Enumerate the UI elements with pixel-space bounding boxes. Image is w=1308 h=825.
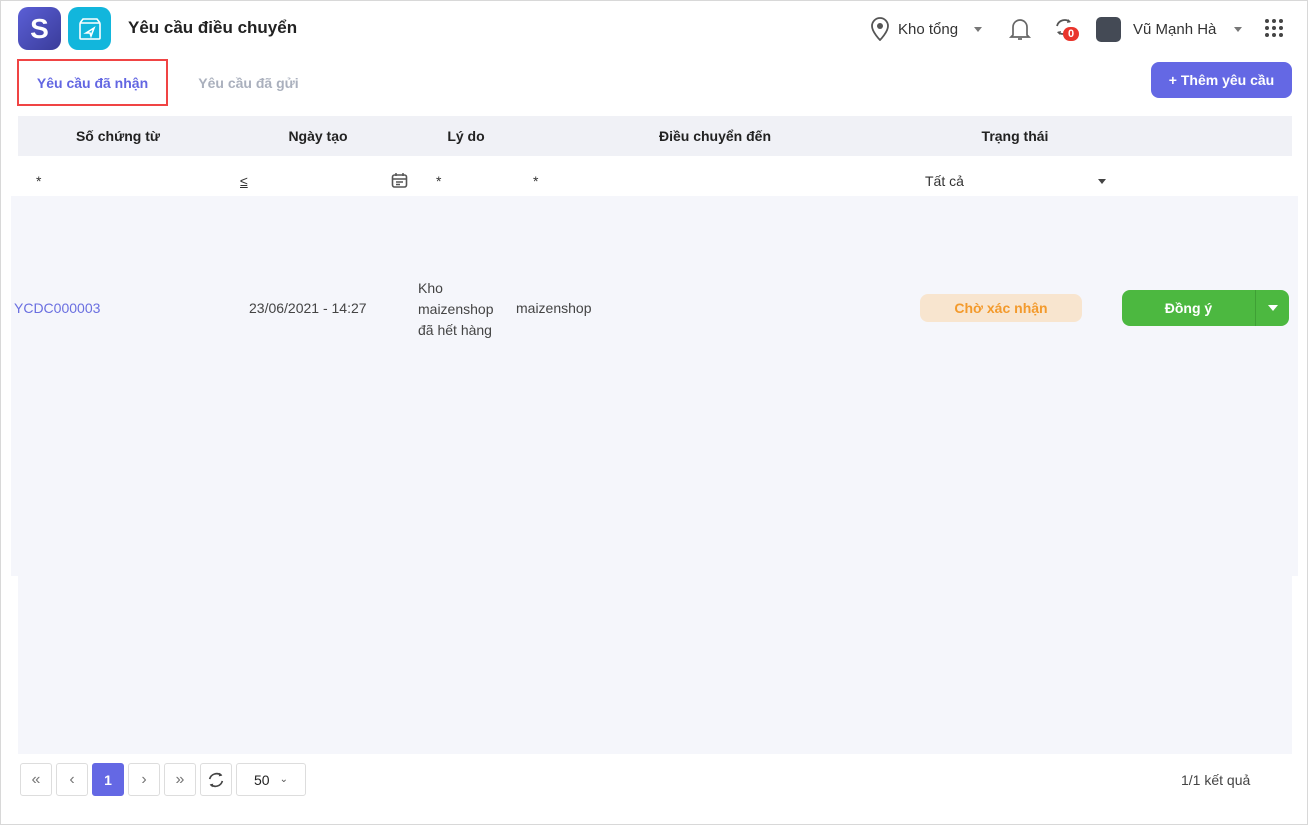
page-button-current[interactable]: 1: [92, 763, 124, 796]
last-page-button[interactable]: »: [164, 763, 196, 796]
add-request-button[interactable]: + Thêm yêu cầu: [1151, 62, 1292, 98]
apps-grid-icon[interactable]: [1265, 19, 1283, 37]
transfer-app-icon[interactable]: [68, 7, 111, 50]
reason: Kho maizenshop đã hết hàng: [418, 280, 494, 338]
agree-button-group: Đồng ý: [1122, 290, 1289, 326]
status-badge: Chờ xác nhận: [920, 294, 1082, 322]
col-date[interactable]: Ngày tạo: [288, 128, 347, 144]
chevron-down-icon[interactable]: [1098, 179, 1106, 184]
sync-button[interactable]: 0: [1053, 16, 1083, 46]
destination: maizenshop: [516, 300, 592, 316]
chevron-down-icon: ⌄: [279, 774, 288, 785]
filter-status[interactable]: Tất cả: [925, 173, 964, 189]
col-status[interactable]: Trạng thái: [982, 128, 1049, 144]
app-logo[interactable]: S: [18, 7, 61, 50]
page-size-select[interactable]: 50 ⌄: [236, 763, 306, 796]
warehouse-name: Kho tổng: [898, 20, 959, 38]
page-size-value: 50: [254, 771, 270, 788]
table-row: [11, 196, 1298, 576]
tab-received[interactable]: Yêu cầu đã nhận: [17, 59, 168, 106]
result-count: 1/1 kết quả: [1181, 772, 1251, 788]
refresh-button[interactable]: [200, 763, 232, 796]
agree-button[interactable]: Đồng ý: [1122, 290, 1256, 326]
user-menu[interactable]: Vũ Mạnh Hà: [1096, 17, 1243, 42]
table-header: Số chứng từ Ngày tạo Lý do Điều chuyển đ…: [18, 116, 1292, 156]
sync-count-badge: 0: [1063, 27, 1080, 41]
agree-dropdown-button[interactable]: [1256, 290, 1289, 326]
avatar: [1096, 17, 1121, 42]
filter-destination[interactable]: *: [533, 173, 538, 189]
chevron-down-icon: [1267, 305, 1278, 311]
filter-date-operator[interactable]: ≤: [240, 173, 248, 189]
tab-sent[interactable]: Yêu cầu đã gửi: [181, 59, 316, 106]
chevron-down-icon: [1234, 27, 1243, 32]
user-name: Vũ Mạnh Hà: [1133, 21, 1217, 38]
refresh-icon: [208, 772, 224, 787]
col-reason[interactable]: Lý do: [447, 128, 484, 144]
bell-icon[interactable]: [1008, 16, 1032, 45]
col-code[interactable]: Số chứng từ: [76, 128, 160, 144]
prev-page-button[interactable]: ‹: [56, 763, 88, 796]
created-date: 23/06/2021 - 14:27: [249, 300, 367, 316]
filter-code[interactable]: *: [36, 173, 41, 189]
request-code-link[interactable]: YCDC000003: [14, 300, 100, 316]
warehouse-selector[interactable]: Kho tổng: [870, 17, 983, 41]
col-destination[interactable]: Điều chuyển đến: [659, 128, 771, 144]
chevron-down-icon: [974, 26, 983, 32]
location-pin-icon: [871, 17, 889, 41]
page-title: Yêu cầu điều chuyển: [128, 18, 298, 37]
filter-reason[interactable]: *: [436, 173, 441, 189]
calendar-icon[interactable]: [391, 172, 408, 192]
first-page-button[interactable]: «: [20, 763, 52, 796]
next-page-button[interactable]: ›: [128, 763, 160, 796]
table-body-empty: [18, 576, 1292, 754]
